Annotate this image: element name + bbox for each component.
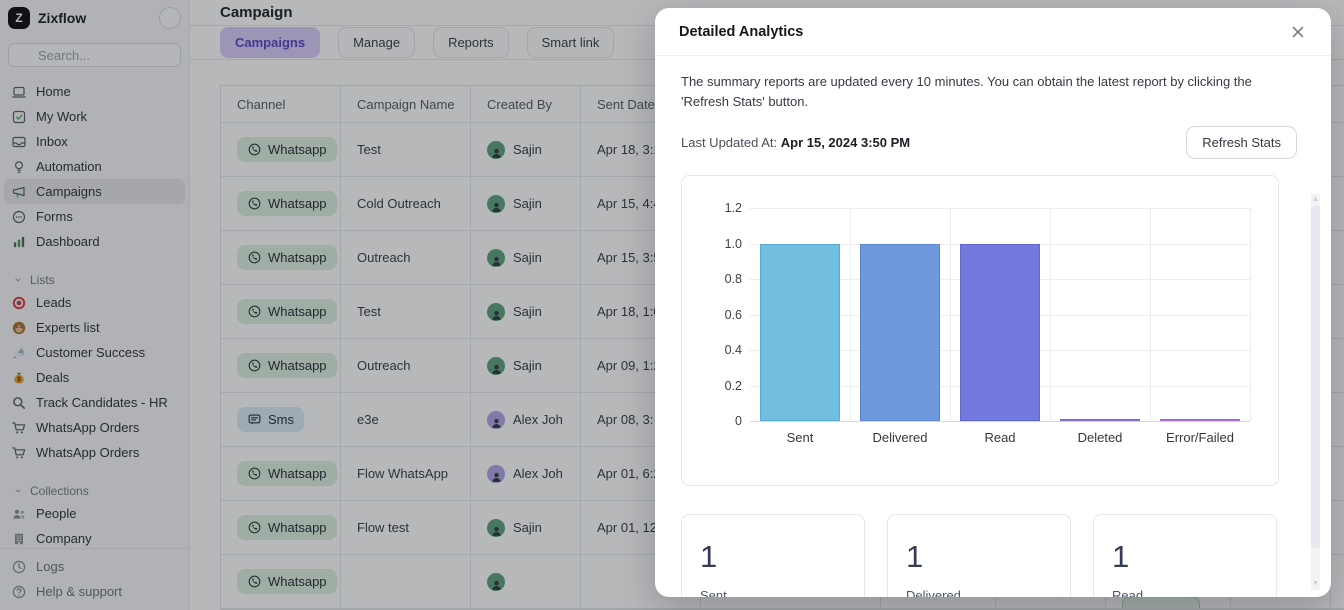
stats-row: 1 Sent 1 Delivered 1 Read [681, 514, 1279, 597]
gridline [1050, 208, 1051, 421]
chart-bar-delivered [860, 244, 940, 422]
stat-value: 1 [700, 539, 846, 575]
x-axis-tick: Delivered [873, 430, 928, 445]
x-axis-tick: Sent [787, 430, 814, 445]
refresh-stats-button[interactable]: Refresh Stats [1186, 126, 1297, 159]
stat-card-delivered: 1 Delivered [887, 514, 1071, 597]
chart-bar-error-failed [1160, 419, 1240, 421]
y-axis-tick: 0.4 [692, 343, 742, 357]
stat-label: Read [1112, 588, 1258, 597]
stat-value: 1 [1112, 539, 1258, 575]
gridline [950, 208, 951, 421]
y-axis-tick: 0.6 [692, 308, 742, 322]
last-updated-value: Apr 15, 2024 3:50 PM [781, 135, 910, 150]
gridline [750, 208, 1250, 209]
scrollbar-up-icon[interactable]: ▲ [1311, 195, 1320, 205]
y-axis-tick: 1.2 [692, 201, 742, 215]
gridline [1150, 208, 1151, 421]
chart-bar-read [960, 244, 1040, 422]
y-axis-tick: 0 [692, 414, 742, 428]
stat-label: Delivered [906, 588, 1052, 597]
scrollbar-thumb[interactable] [1311, 206, 1320, 548]
detailed-analytics-modal: Detailed Analytics The summary reports a… [655, 8, 1331, 597]
analytics-bar-chart: 0 0.2 0.4 0.6 0.8 1.0 1.2 Sent Delivered Read Dele… [681, 175, 1279, 486]
x-axis-tick: Deleted [1078, 430, 1123, 445]
gridline [1250, 208, 1251, 421]
close-icon[interactable] [1289, 23, 1307, 41]
scrollbar-down-icon[interactable]: ▼ [1311, 579, 1320, 589]
x-axis-tick: Error/Failed [1166, 430, 1234, 445]
x-axis-tick: Read [984, 430, 1015, 445]
modal-scrollbar[interactable]: ▲ ▼ [1311, 194, 1320, 590]
stat-card-sent: 1 Sent [681, 514, 865, 597]
modal-title: Detailed Analytics [679, 24, 803, 40]
y-axis-tick: 0.8 [692, 272, 742, 286]
last-updated-text: Last Updated At: Apr 15, 2024 3:50 PM [681, 135, 910, 150]
stat-card-read: 1 Read [1093, 514, 1277, 597]
stat-value: 1 [906, 539, 1052, 575]
chart-bar-deleted [1060, 419, 1140, 421]
gridline [850, 208, 851, 421]
stat-label: Sent [700, 588, 846, 597]
summary-info-text: The summary reports are updated every 10… [681, 72, 1281, 112]
y-axis-tick: 0.2 [692, 379, 742, 393]
chart-bar-sent [760, 244, 840, 422]
gridline [750, 421, 1250, 422]
y-axis-tick: 1.0 [692, 237, 742, 251]
